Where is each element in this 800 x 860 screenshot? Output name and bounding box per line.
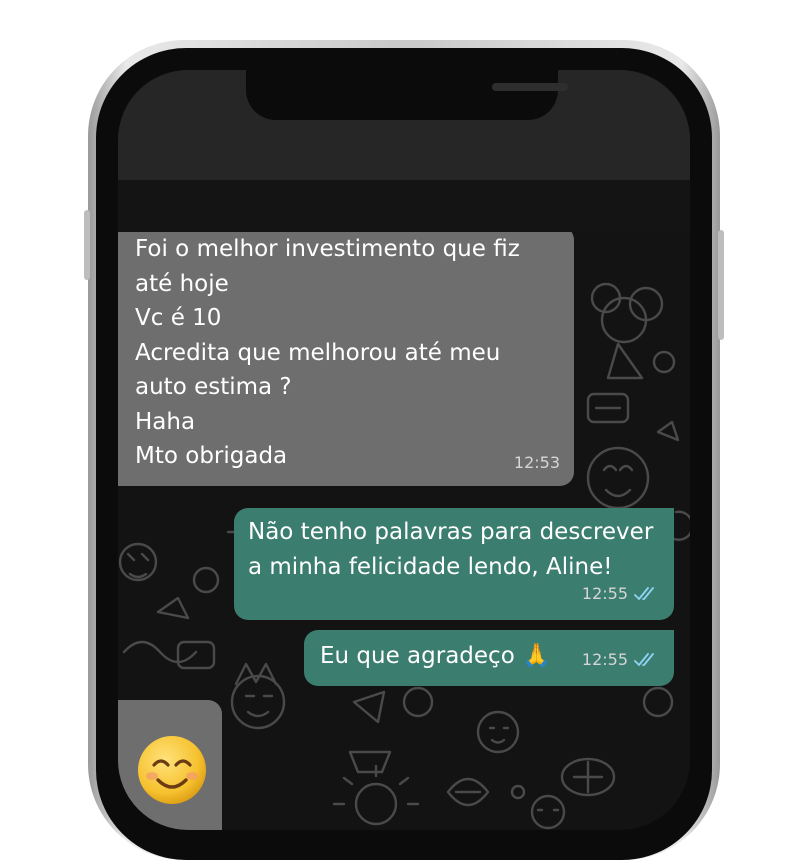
- double-check-icon: [634, 652, 654, 666]
- power-button: [718, 230, 724, 340]
- message-meta: 12:55: [582, 643, 660, 678]
- message-line: Mto obrigada: [135, 443, 288, 469]
- message-line: Haha: [135, 408, 196, 435]
- message-line: até hoje: [135, 270, 229, 297]
- chat-header: [118, 180, 690, 232]
- outgoing-message-text: Eu que agradeço 🙏: [320, 643, 551, 669]
- message-timestamp: 12:53: [513, 452, 560, 472]
- message-timestamp: 12:55: [581, 649, 628, 669]
- volume-button: [84, 210, 90, 280]
- message-line: Não tenho palavras para descrever: [248, 519, 654, 545]
- outgoing-message-text: Não tenho palavras para descrever a minh…: [248, 515, 653, 584]
- double-check-icon: [634, 586, 654, 600]
- notch: [246, 70, 568, 120]
- outgoing-message-bubble[interactable]: Eu que agradeço 🙏 12:55: [304, 630, 674, 686]
- message-line: Vc é 10: [135, 305, 222, 331]
- message-timestamp: 12:55: [581, 583, 628, 603]
- chat-area[interactable]: Foi o melhor investimento que fiz até ho…: [118, 232, 690, 830]
- speaker-grille: [492, 83, 568, 91]
- smiling-face-emoji: [138, 736, 206, 804]
- message-line: Foi o melhor investimento que fiz: [135, 236, 520, 262]
- message-line: Acredita que melhorou até meu: [135, 339, 501, 366]
- message-line: auto estima ?: [135, 374, 292, 400]
- outgoing-message-bubble[interactable]: Não tenho palavras para descrever a minh…: [234, 508, 674, 620]
- incoming-message-text: Foi o melhor investimento que fiz até ho…: [135, 232, 520, 474]
- incoming-sticker-message[interactable]: [118, 700, 222, 830]
- phone-screen: Foi o melhor investimento que fiz até ho…: [118, 70, 690, 830]
- incoming-message-bubble[interactable]: Foi o melhor investimento que fiz até ho…: [118, 232, 574, 486]
- message-meta: 12:55: [582, 577, 660, 612]
